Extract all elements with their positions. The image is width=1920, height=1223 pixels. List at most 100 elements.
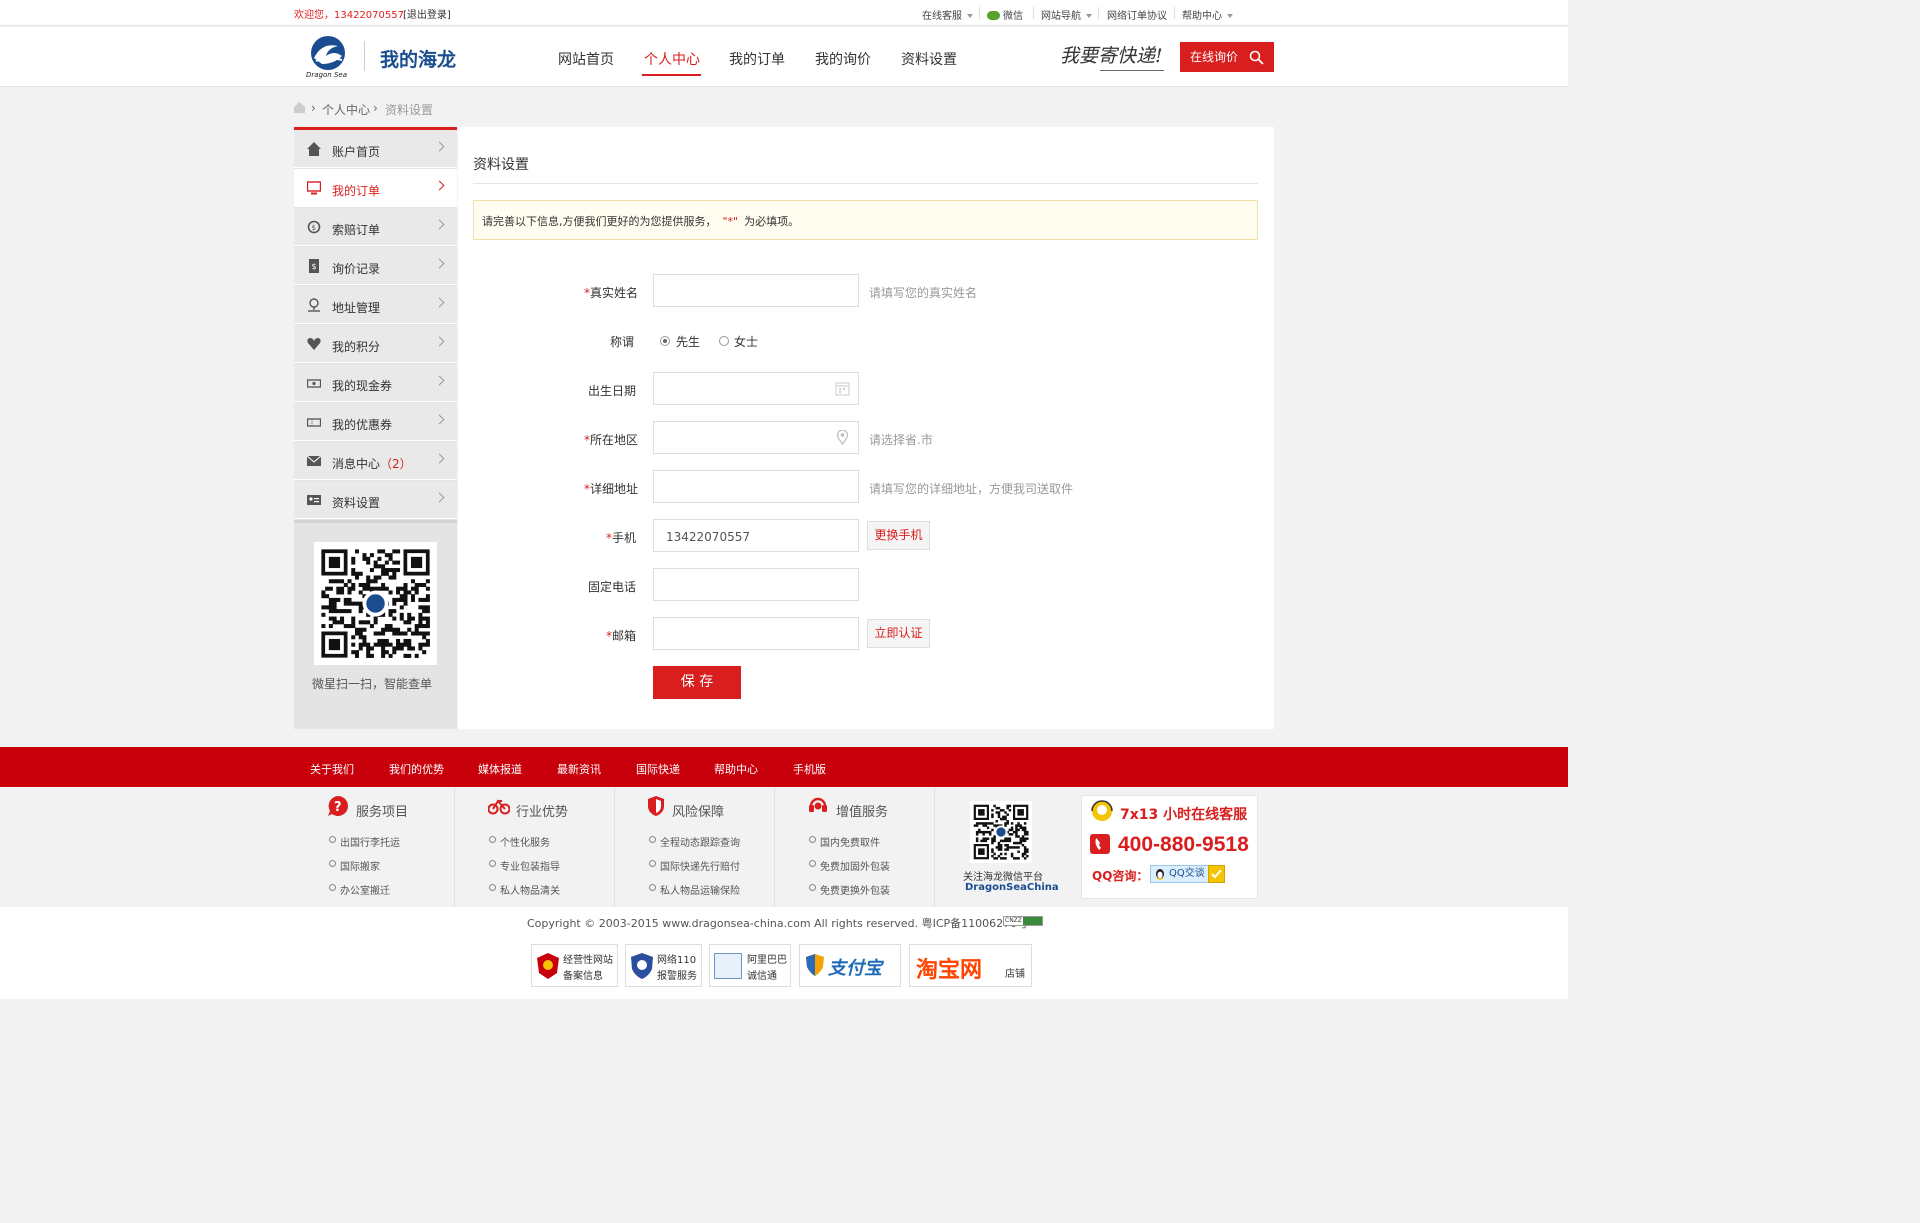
service-item[interactable]: 私人物品运输保险 (649, 882, 740, 897)
profile-settings-panel: 资料设置 请完善以下信息,方便我们更好的为您提供服务， "*" 为必填项。 *真实姓… (458, 127, 1274, 729)
phone-icon (1090, 834, 1110, 854)
help-center-link[interactable]: 帮助中心 (1182, 7, 1233, 22)
change-phone-button[interactable]: 更换手机 (867, 521, 930, 550)
sidebar-item-address[interactable]: 地址管理 (294, 286, 457, 324)
service-item[interactable]: 国际快递先行赔付 (649, 858, 740, 873)
search-icon (1249, 50, 1264, 65)
service-item[interactable]: 国内免费取件 (809, 834, 880, 849)
footer-link-about[interactable]: 关于我们 (310, 761, 354, 777)
footer-link-news[interactable]: 最新资讯 (557, 761, 601, 777)
service-item[interactable]: 个性化服务 (489, 834, 550, 849)
sidebar-item-claims[interactable]: $ 索赔订单 (294, 208, 457, 246)
footer-link-mobile[interactable]: 手机版 (793, 761, 826, 777)
sidebar-item-messages[interactable]: 消息中心（2） (294, 442, 457, 480)
qq-chat-button[interactable]: QQ交谈 (1150, 865, 1225, 883)
title-label: 称谓 (609, 335, 634, 349)
radio-ms[interactable] (719, 336, 729, 346)
email-label: *邮箱 (605, 629, 636, 643)
badge-alipay[interactable]: 支付宝 (799, 944, 901, 987)
verify-email-button[interactable]: 立即认证 (867, 619, 930, 648)
email-input[interactable] (653, 617, 859, 650)
badge-taobao[interactable]: 淘宝网 店铺 (909, 944, 1032, 987)
svg-text:$: $ (312, 262, 317, 271)
sidebar-item-account-home[interactable]: 账户首页 (294, 130, 457, 168)
service-item[interactable]: 免费加固外包装 (809, 858, 890, 873)
service-title-3: 风险保障 (672, 805, 725, 820)
sidebar-item-cash-voucher[interactable]: 我的现金券 (294, 364, 457, 402)
svg-text:?: ? (334, 800, 342, 815)
headset-icon (809, 797, 827, 812)
wechat-qr-code-icon (314, 542, 437, 665)
sidebar-item-my-orders[interactable]: 我的订单 (294, 169, 457, 207)
support-agent-icon (1091, 800, 1113, 821)
calendar-icon[interactable] (835, 381, 850, 396)
heart-icon (307, 338, 321, 350)
copyright: Copyright © 2003-2015 www.dragonsea-chin… (527, 917, 1029, 930)
nav-profile-settings[interactable]: 资料设置 (901, 49, 957, 69)
address-input[interactable] (653, 470, 859, 503)
badge-alibaba[interactable]: 阿里巴巴 诚信通 (709, 944, 791, 987)
sidebar-item-coupon[interactable]: 我的优惠券 (294, 403, 457, 441)
service-item[interactable]: 全程动态跟踪查询 (649, 834, 740, 849)
qq-penguin-icon (1156, 869, 1164, 880)
home-icon (307, 142, 321, 156)
badge-net110[interactable]: 网络110 报警服务 (625, 944, 702, 987)
region-select[interactable] (653, 421, 859, 454)
footer-link-help[interactable]: 帮助中心 (714, 761, 758, 777)
page-title: 资料设置 (473, 157, 529, 173)
radio-mr[interactable] (660, 336, 670, 346)
radio-ms-label: 女士 (734, 335, 759, 349)
footer-link-intl-express[interactable]: 国际快递 (636, 761, 680, 777)
sidebar-item-profile-settings[interactable]: 资料设置 (294, 481, 457, 519)
name-label: *真实姓名 (583, 286, 638, 300)
dragon-sea-logo-icon[interactable]: Dragon Sea (304, 34, 354, 80)
page-logo-title: 我的海龙 (380, 49, 457, 71)
footer-bottom: Copyright © 2003-2015 www.dragonsea-chin… (0, 907, 1568, 999)
online-quote-button[interactable]: 在线询价 (1180, 42, 1274, 72)
service-item[interactable]: 专业包装指导 (489, 858, 560, 873)
notice-box: 请完善以下信息,方便我们更好的为您提供服务， "*" 为必填项。 (473, 200, 1258, 240)
nav-active-underline (642, 74, 701, 76)
nav-my-orders[interactable]: 我的订单 (729, 49, 785, 69)
order-agreement-link[interactable]: 网络订单协议 (1107, 7, 1167, 22)
birth-date-input[interactable] (653, 372, 859, 405)
alipay-shield-icon (806, 954, 824, 976)
nav-home[interactable]: 网站首页 (558, 49, 614, 69)
wechat-account: DragonSeaChina (965, 882, 1059, 893)
cnzz-badge-icon[interactable]: CNZZ (1003, 916, 1043, 926)
badge-icp[interactable]: 经营性网站 备案信息 (531, 944, 618, 987)
nav-my-inquiries[interactable]: 我的询价 (815, 49, 871, 69)
question-icon: ? (328, 796, 348, 816)
service-item[interactable]: 免费更换外包装 (809, 882, 890, 897)
qr-caption: 微星扫一扫，智能查单 (312, 677, 433, 691)
hotline-number: 400-880-9518 (1118, 833, 1249, 856)
service-item[interactable]: 私人物品清关 (489, 882, 560, 897)
wechat-link[interactable]: 微信 (987, 7, 1023, 22)
phone-input[interactable]: 13422070557 (653, 519, 859, 552)
tel-label: 固定电话 (587, 580, 636, 594)
sidebar: 账户首页 我的订单 $ 索赔订单 $ 询价记录 地址管理 我的积分 我的现金券 … (294, 127, 457, 729)
message-count-badge: （2） (380, 457, 412, 471)
landline-input[interactable] (653, 568, 859, 601)
birth-label: 出生日期 (587, 384, 636, 398)
home-icon[interactable] (293, 101, 306, 114)
footer-link-media[interactable]: 媒体报道 (478, 761, 522, 777)
service-item[interactable]: 出国行李托运 (329, 834, 400, 849)
wechat-caption: 关注海龙微信平台 (963, 872, 1043, 883)
service-item[interactable]: 国际搬家 (329, 858, 380, 873)
sidebar-item-inquiry-records[interactable]: $ 询价记录 (294, 247, 457, 285)
bicycle-icon (488, 799, 510, 815)
save-button[interactable]: 保 存 (653, 666, 741, 699)
footer-services: ? 服务项目 出国行李托运 国际搬家 办公室搬迁 行业优势 个性化服务 专业包装… (0, 787, 1568, 907)
site-nav-link[interactable]: 网站导航 (1041, 7, 1092, 22)
real-name-input[interactable] (653, 274, 859, 307)
phone-label: *手机 (605, 531, 636, 545)
footer-link-advantages[interactable]: 我们的优势 (389, 761, 444, 777)
nav-personal-center[interactable]: 个人中心 (644, 49, 700, 69)
logout-link[interactable]: [退出登录] (403, 6, 451, 21)
sidebar-item-points[interactable]: 我的积分 (294, 325, 457, 363)
online-service-link[interactable]: 在线客服 (922, 7, 973, 22)
service-item[interactable]: 办公室搬迁 (329, 882, 390, 897)
breadcrumb-personal-center[interactable]: 个人中心 (322, 101, 370, 118)
wechat-icon (987, 11, 1000, 20)
